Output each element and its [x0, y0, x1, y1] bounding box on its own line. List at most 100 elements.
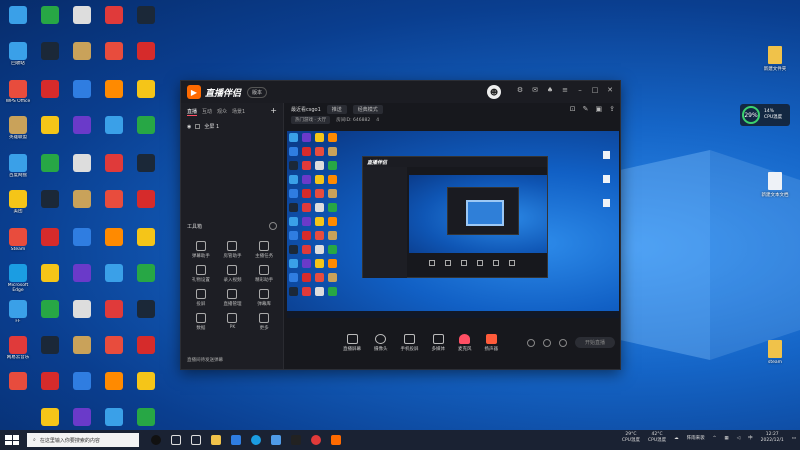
desktop-icon[interactable] [2, 154, 34, 172]
taskbar-search[interactable]: ⌕ 在这里输入你要搜索的内容 [27, 433, 139, 447]
desktop-icon[interactable] [34, 154, 66, 172]
room-title[interactable]: 最近看csgo1 [291, 106, 321, 113]
cpu-widget[interactable]: 29% 14% CPU温度 [740, 104, 790, 126]
desktop-icon[interactable] [34, 336, 66, 354]
desktop-icon[interactable] [66, 80, 98, 98]
add-scene-icon[interactable]: + [270, 107, 277, 116]
desktop-icon[interactable] [98, 372, 130, 390]
share-icon[interactable]: ⇪ [609, 105, 615, 113]
cpu-temp-2[interactable]: 42°C CPU温度 [648, 432, 666, 444]
toolbox-item[interactable]: 弹幕库 [248, 289, 280, 307]
ime-icon[interactable]: 中 [748, 435, 753, 441]
toolbox-item[interactable]: 礼物设置 [185, 265, 217, 283]
desktop-icon[interactable] [34, 300, 66, 318]
desktop-icon[interactable] [66, 190, 98, 208]
version-tag[interactable]: 版本 [247, 86, 268, 98]
desktop-folder-icon[interactable]: 新建文件夹 [755, 46, 795, 72]
toolbox-item[interactable]: 直播管理 [217, 289, 249, 307]
phone-cast-button[interactable]: 手机投屏 [401, 334, 419, 352]
toolbox-item[interactable]: 房管助手 [217, 241, 249, 259]
desktop-icon[interactable] [66, 372, 98, 390]
desktop-icon[interactable] [98, 6, 130, 24]
desktop-icon[interactable] [2, 228, 34, 246]
store-icon[interactable] [271, 435, 281, 445]
widgets-icon[interactable] [191, 435, 201, 445]
toolbox-settings-icon[interactable] [269, 222, 277, 230]
desktop-icon[interactable] [130, 42, 162, 60]
desktop-icon[interactable] [2, 300, 34, 318]
desktop-icon[interactable] [130, 6, 162, 24]
desktop-icon[interactable] [2, 6, 34, 24]
camera-button[interactable]: 摄像头 [374, 334, 388, 352]
desktop-icon[interactable]: Microsoft Edge [2, 264, 34, 293]
clock[interactable]: 12:27 2022/12/1 [761, 432, 784, 444]
edge-icon[interactable] [251, 435, 261, 445]
file-explorer-icon[interactable] [211, 435, 221, 445]
visibility-icon[interactable] [542, 338, 551, 347]
desktop-icon[interactable] [34, 116, 66, 134]
eye-icon[interactable]: ◉ [187, 124, 191, 130]
desktop-icon[interactable] [34, 264, 66, 282]
desktop-icon[interactable] [98, 154, 130, 172]
desktop-icon[interactable] [98, 228, 130, 246]
desktop-icon[interactable] [130, 116, 162, 134]
desktop-icon[interactable]: 回收站 [2, 42, 34, 71]
mail-icon[interactable]: ✉ [531, 86, 539, 94]
desktop-icon[interactable]: 美团 [2, 190, 34, 219]
desktop-icon[interactable] [130, 300, 162, 318]
push-chip[interactable]: 推送 [326, 104, 347, 114]
desktop-icon[interactable] [34, 228, 66, 246]
desktop-icon[interactable] [66, 42, 98, 60]
volume-icon[interactable]: ◁ [737, 436, 740, 441]
scene-item[interactable]: ◉ 全屏 1 [181, 121, 283, 132]
desktop-icon[interactable] [130, 228, 162, 246]
desktop-icon[interactable] [66, 408, 98, 426]
layout-icon[interactable]: ▣ [596, 105, 603, 113]
close-icon[interactable]: ✕ [606, 86, 614, 94]
game-icon[interactable] [291, 435, 301, 445]
toolbox-item[interactable]: 主播任务 [248, 241, 280, 259]
live-companion-task-icon[interactable] [331, 435, 341, 445]
lock-room-icon[interactable]: ⊡ [570, 105, 576, 113]
desktop-doc-icon[interactable]: 新建文本文档 [755, 172, 795, 198]
desktop-icon[interactable] [98, 190, 130, 208]
shirt-icon[interactable]: ♠ [546, 86, 554, 94]
toolbox-item[interactable]: 投屏 [185, 289, 217, 307]
record-icon[interactable] [526, 338, 535, 347]
desktop-icon[interactable] [130, 372, 162, 390]
toolbox-item[interactable]: PK [217, 313, 249, 331]
settings-icon[interactable]: ⚙ [516, 86, 524, 94]
desktop-icon[interactable] [2, 372, 34, 390]
live-preview[interactable]: 直播伴侣 [287, 131, 619, 318]
media-button[interactable]: 多媒体 [432, 334, 445, 352]
desktop-icon[interactable] [66, 154, 98, 172]
desktop-icon[interactable] [98, 300, 130, 318]
cpu-temp-1[interactable]: 29°C CPU温度 [622, 432, 640, 444]
speaker-button[interactable]: 扬声器 [485, 334, 498, 352]
desktop-icon[interactable] [130, 80, 162, 98]
tab-scene1[interactable]: 场景1 [232, 108, 245, 116]
screen-source-button[interactable]: 直播屏幕 [343, 334, 361, 352]
desktop-icon[interactable] [130, 336, 162, 354]
desktop-icon[interactable]: 英雄联盟 [2, 116, 34, 145]
netease-music-icon[interactable] [311, 435, 321, 445]
desktop-icon[interactable] [66, 228, 98, 246]
desktop-icon[interactable] [66, 6, 98, 24]
desktop-icon[interactable] [34, 6, 66, 24]
desktop-icon[interactable] [98, 116, 130, 134]
network-icon[interactable]: ▦ [724, 436, 728, 441]
desktop-icon[interactable] [130, 190, 162, 208]
desktop-icon[interactable] [66, 264, 98, 282]
tab-interact[interactable]: 互动 [202, 108, 212, 116]
desktop-icon[interactable] [34, 190, 66, 208]
gear-icon[interactable] [558, 338, 567, 347]
tab-live[interactable]: 直播 [187, 108, 198, 116]
toolbox-item[interactable]: 弹幕助手 [185, 241, 217, 259]
toolbox-item[interactable]: 精彩助手 [248, 265, 280, 283]
ribbon-icon[interactable] [151, 435, 161, 445]
weather-text[interactable]: 阵雨来袭 [687, 435, 705, 441]
task-view-icon[interactable] [171, 435, 181, 445]
minimize-icon[interactable]: – [576, 86, 584, 94]
microphone-button[interactable]: 麦克风 [458, 334, 472, 352]
mail-app-icon[interactable] [231, 435, 241, 445]
